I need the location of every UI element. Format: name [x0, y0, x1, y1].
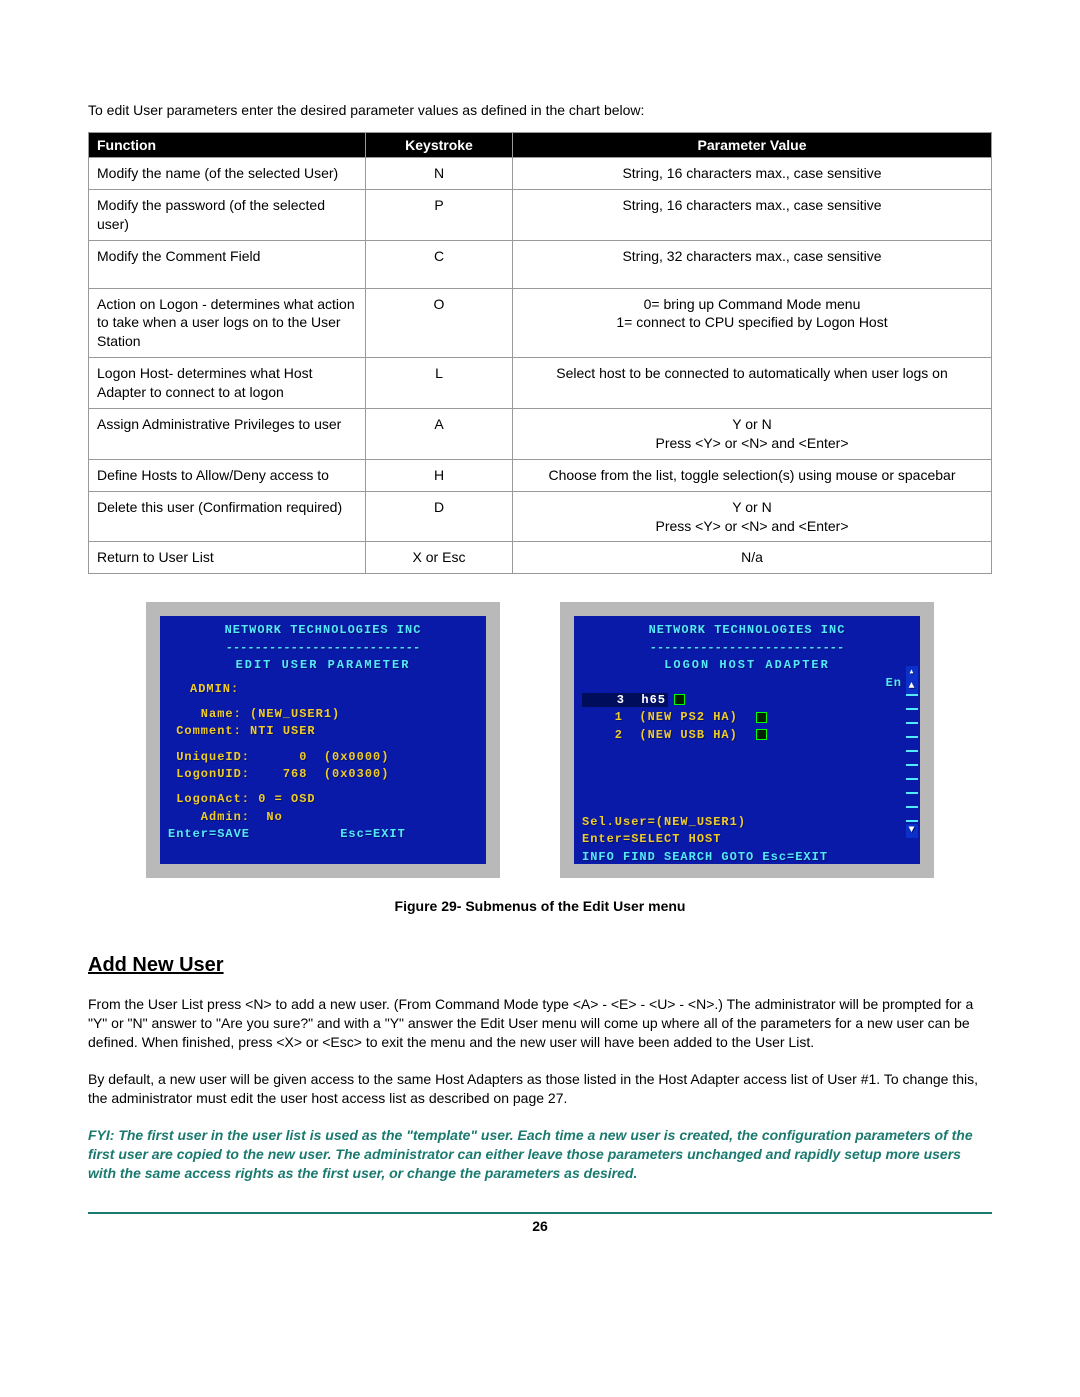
osd-admin-line: Admin: No	[168, 809, 478, 826]
cell-key: A	[366, 409, 513, 460]
th-keystroke: Keystroke	[366, 133, 513, 158]
table-row: Logon Host- determines what Host Adapter…	[89, 358, 992, 409]
checkbox-icon	[756, 729, 767, 740]
table-row: Delete this user (Confirmation required)…	[89, 491, 992, 542]
cell-fn: Define Hosts to Allow/Deny access to	[89, 459, 366, 491]
cell-val: Select host to be connected to automatic…	[513, 358, 992, 409]
cell-key: H	[366, 459, 513, 491]
cell-key: C	[366, 240, 513, 288]
page-number: 26	[88, 1218, 992, 1234]
osd-menu-footer: INFO FIND SEARCH GOTO Esc=EXIT	[582, 849, 912, 866]
table-row: Action on Logon - determines what action…	[89, 288, 992, 358]
scroll-down-icon: ▼	[906, 824, 918, 838]
osd-host-row-selected: 3 h65	[582, 692, 912, 709]
cell-val: N/a	[513, 542, 992, 574]
osd-uniqueid-line: UniqueID: 0 (0x0000)	[168, 749, 478, 766]
scroll-top-icon: ▴	[906, 666, 918, 680]
osd-logon-host-frame: NETWORK TECHNOLOGIES INC ---------------…	[560, 602, 934, 878]
osd-logon-host: NETWORK TECHNOLOGIES INC ---------------…	[574, 616, 920, 864]
table-row: Return to User List X or Esc N/a	[89, 542, 992, 574]
osd-divider: ---------------------------	[168, 640, 478, 657]
osd-title: NETWORK TECHNOLOGIES INC	[168, 622, 478, 639]
osd-logonact-line: LogonAct: 0 = OSD	[168, 791, 478, 808]
th-function: Function	[89, 133, 366, 158]
paragraph: By default, a new user will be given acc…	[88, 1070, 992, 1108]
fyi-note: FYI: The first user in the user list is …	[88, 1126, 992, 1183]
cell-fn: Delete this user (Confirmation required)	[89, 491, 366, 542]
figure-caption: Figure 29- Submenus of the Edit User men…	[88, 898, 992, 914]
osd-footer: Enter=SAVE Esc=EXIT	[168, 826, 478, 843]
cell-val: String, 16 characters max., case sensiti…	[513, 189, 992, 240]
table-row: Modify the Comment Field C String, 32 ch…	[89, 240, 992, 288]
footer-rule	[88, 1212, 992, 1214]
table-row: Modify the password (of the selected use…	[89, 189, 992, 240]
osd-title: NETWORK TECHNOLOGIES INC	[582, 622, 912, 639]
cell-key: X or Esc	[366, 542, 513, 574]
osd-scrollbar: ▴ ▲ ▼	[906, 666, 918, 838]
osd-subtitle: EDIT USER PARAMETER	[168, 657, 478, 674]
cell-fn: Action on Logon - determines what action…	[89, 288, 366, 358]
osd-sel-user: Sel.User=(NEW_USER1)	[582, 814, 912, 831]
cell-fn: Assign Administrative Privileges to user	[89, 409, 366, 460]
cell-fn: Modify the name (of the selected User)	[89, 158, 366, 190]
osd-enter-hint: Enter=SELECT HOST	[582, 831, 912, 848]
osd-divider: ---------------------------	[582, 640, 912, 657]
osd-en-header: En	[582, 675, 912, 692]
table-row: Assign Administrative Privileges to user…	[89, 409, 992, 460]
cell-val: Y or N Press <Y> or <N> and <Enter>	[513, 491, 992, 542]
checkbox-icon	[756, 712, 767, 723]
cell-val: 0= bring up Command Mode menu 1= connect…	[513, 288, 992, 358]
osd-name-line: Name: (NEW_USER1)	[168, 706, 478, 723]
cell-fn: Modify the Comment Field	[89, 240, 366, 288]
cell-key: N	[366, 158, 513, 190]
osd-subtitle: LOGON HOST ADAPTER	[582, 657, 912, 674]
cell-val: Choose from the list, toggle selection(s…	[513, 459, 992, 491]
scroll-up-icon: ▲	[906, 680, 918, 694]
cell-val: String, 16 characters max., case sensiti…	[513, 158, 992, 190]
osd-host-row: 2 (NEW USB HA)	[582, 727, 912, 744]
section-heading-add-new-user: Add New User	[88, 954, 992, 977]
osd-comment-line: Comment: NTI USER	[168, 723, 478, 740]
osd-edit-user-frame: NETWORK TECHNOLOGIES INC ---------------…	[146, 602, 500, 878]
cell-key: O	[366, 288, 513, 358]
osd-logonuid-line: LogonUID: 768 (0x0300)	[168, 766, 478, 783]
th-parameter-value: Parameter Value	[513, 133, 992, 158]
cell-fn: Logon Host- determines what Host Adapter…	[89, 358, 366, 409]
cell-key: D	[366, 491, 513, 542]
cell-val: String, 32 characters max., case sensiti…	[513, 240, 992, 288]
osd-host-row: 1 (NEW PS2 HA)	[582, 709, 912, 726]
cell-fn: Return to User List	[89, 542, 366, 574]
cell-key: P	[366, 189, 513, 240]
intro-text: To edit User parameters enter the desire…	[88, 102, 992, 118]
osd-edit-user: NETWORK TECHNOLOGIES INC ---------------…	[160, 616, 486, 864]
cell-key: L	[366, 358, 513, 409]
paragraph: From the User List press <N> to add a ne…	[88, 995, 992, 1052]
osd-admin-label: ADMIN:	[168, 681, 478, 698]
parameters-table: Function Keystroke Parameter Value Modif…	[88, 132, 992, 574]
checkbox-icon	[674, 694, 685, 705]
table-row: Modify the name (of the selected User) N…	[89, 158, 992, 190]
cell-val: Y or N Press <Y> or <N> and <Enter>	[513, 409, 992, 460]
table-row: Define Hosts to Allow/Deny access to H C…	[89, 459, 992, 491]
cell-fn: Modify the password (of the selected use…	[89, 189, 366, 240]
